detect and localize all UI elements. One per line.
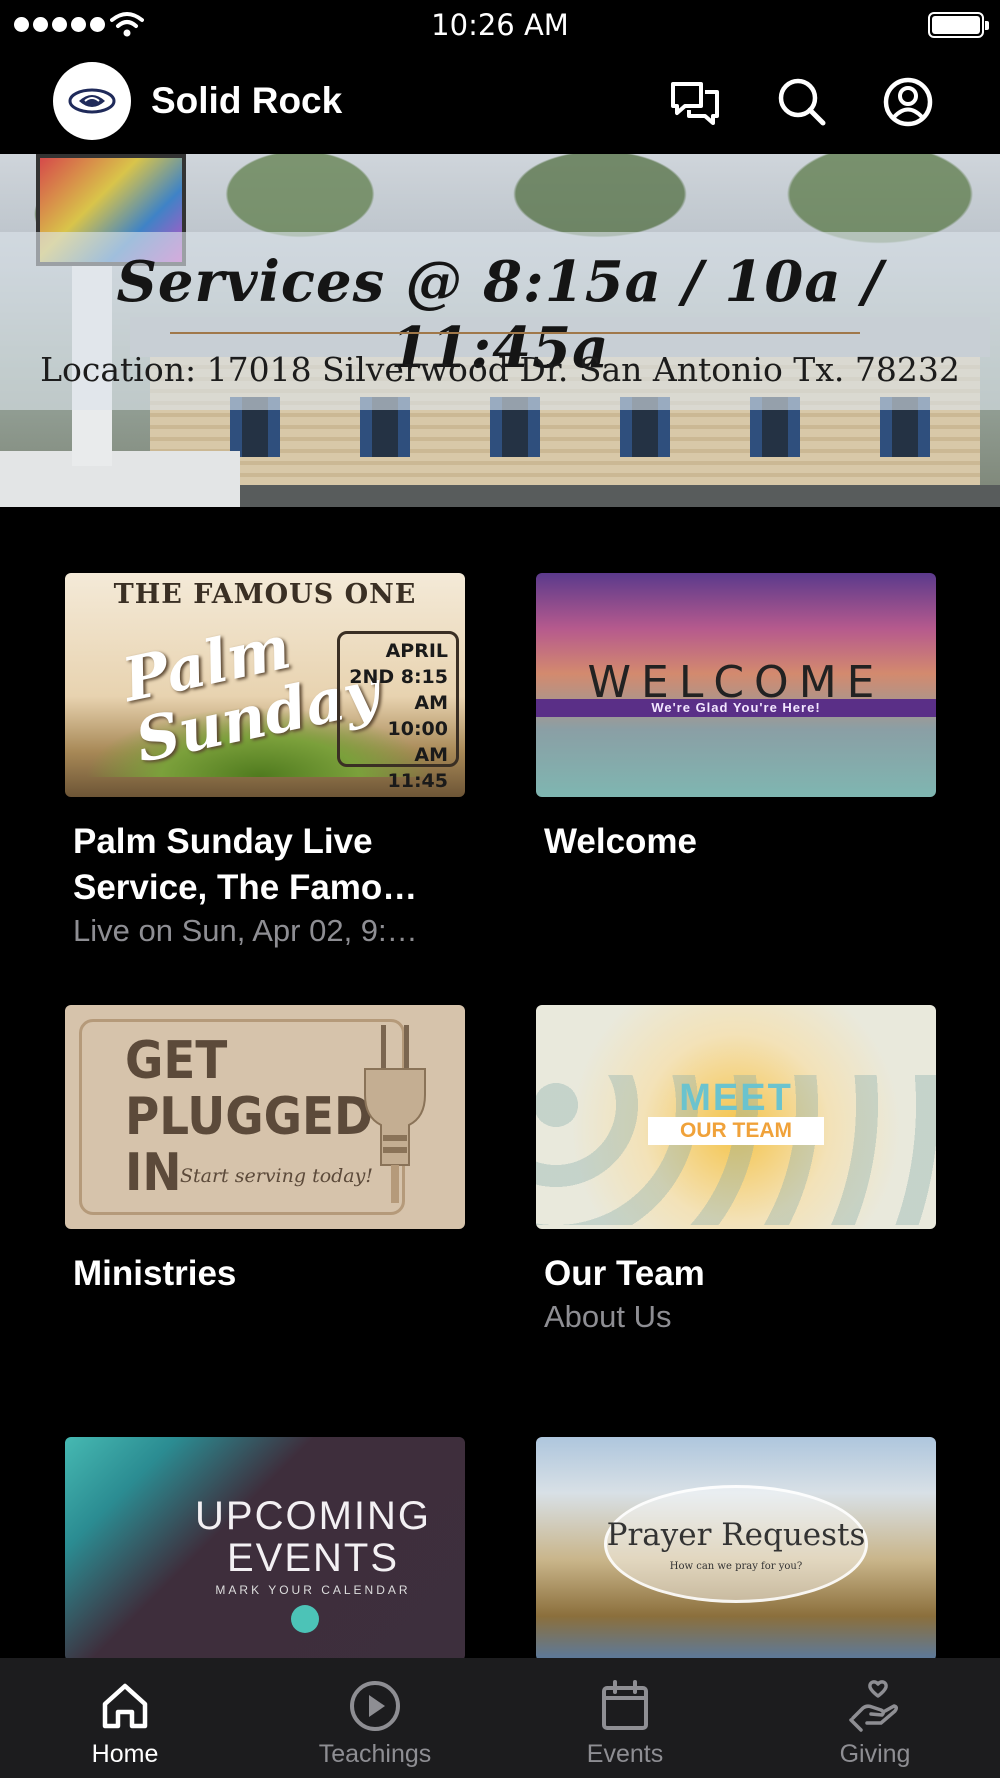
card-prayer-requests[interactable]: Prayer Requests How can we pray for you? [536, 1437, 936, 1661]
card-our-team[interactable]: MEET OUR TEAM Our Team About Us [536, 1005, 936, 1337]
bottom-tab-bar: Home Teachings Events Giving [0, 1658, 1000, 1778]
tab-teachings[interactable]: Teachings [250, 1658, 500, 1778]
chat-icon[interactable] [669, 76, 721, 128]
tab-label: Events [586, 1740, 664, 1768]
profile-icon[interactable] [882, 76, 934, 128]
card-thumbnail: UPCOMING EVENTS MARK YOUR CALENDAR [65, 1437, 465, 1661]
card-upcoming-events[interactable]: UPCOMING EVENTS MARK YOUR CALENDAR [65, 1437, 465, 1661]
tab-events[interactable]: Events [500, 1658, 750, 1778]
card-subtitle: Live on Sun, Apr 02, 9:… [73, 913, 418, 948]
tab-label: Home [91, 1740, 159, 1768]
tab-home[interactable]: Home [0, 1658, 250, 1778]
card-palm-sunday[interactable]: THE FAMOUS ONE Palm Sunday APRIL 2ND 8:1… [65, 573, 465, 951]
play-circle-icon [350, 1681, 400, 1731]
card-subtitle: About Us [544, 1299, 672, 1334]
plug-icon [364, 1025, 426, 1203]
calendar-icon [602, 1680, 648, 1730]
card-thumbnail: MEET OUR TEAM [536, 1005, 936, 1229]
giving-hand-icon [849, 1680, 899, 1732]
card-thumbnail: THE FAMOUS ONE Palm Sunday APRIL 2ND 8:1… [65, 573, 465, 797]
card-ministries[interactable]: GET PLUGGED IN Start serving today! Mini… [65, 1005, 465, 1297]
home-icon [102, 1683, 148, 1729]
tab-label: Giving [839, 1740, 911, 1768]
card-title: Welcome [544, 822, 698, 861]
card-thumbnail: Prayer Requests How can we pray for you? [536, 1437, 936, 1661]
app-title: Solid Rock [151, 80, 343, 121]
calendar-icon [291, 1605, 319, 1633]
app-header: Solid Rock [0, 50, 1000, 154]
search-icon[interactable] [776, 76, 828, 128]
church-location: Location: 17018 Silverwood Dr. San Anton… [40, 350, 960, 389]
card-thumbnail: GET PLUGGED IN Start serving today! [65, 1005, 465, 1229]
status-bar: 10:26 AM [0, 0, 1000, 50]
tab-giving[interactable]: Giving [750, 1658, 1000, 1778]
card-title: Our Team [544, 1254, 705, 1293]
church-logo[interactable] [53, 62, 131, 140]
card-welcome[interactable]: WELCOME We're Glad You're Here! Welcome [536, 573, 936, 865]
battery-icon [928, 12, 989, 38]
card-title: Ministries [73, 1254, 237, 1293]
divider [170, 332, 860, 334]
card-title: Palm Sunday Live Service, The Famo… [73, 822, 418, 907]
card-thumbnail: WELCOME We're Glad You're Here! [536, 573, 936, 797]
status-time: 10:26 AM [431, 8, 569, 42]
hero-banner[interactable]: Services @ 8:15a / 10a / 11:45a Location… [0, 154, 1000, 507]
tab-label: Teachings [318, 1740, 432, 1768]
